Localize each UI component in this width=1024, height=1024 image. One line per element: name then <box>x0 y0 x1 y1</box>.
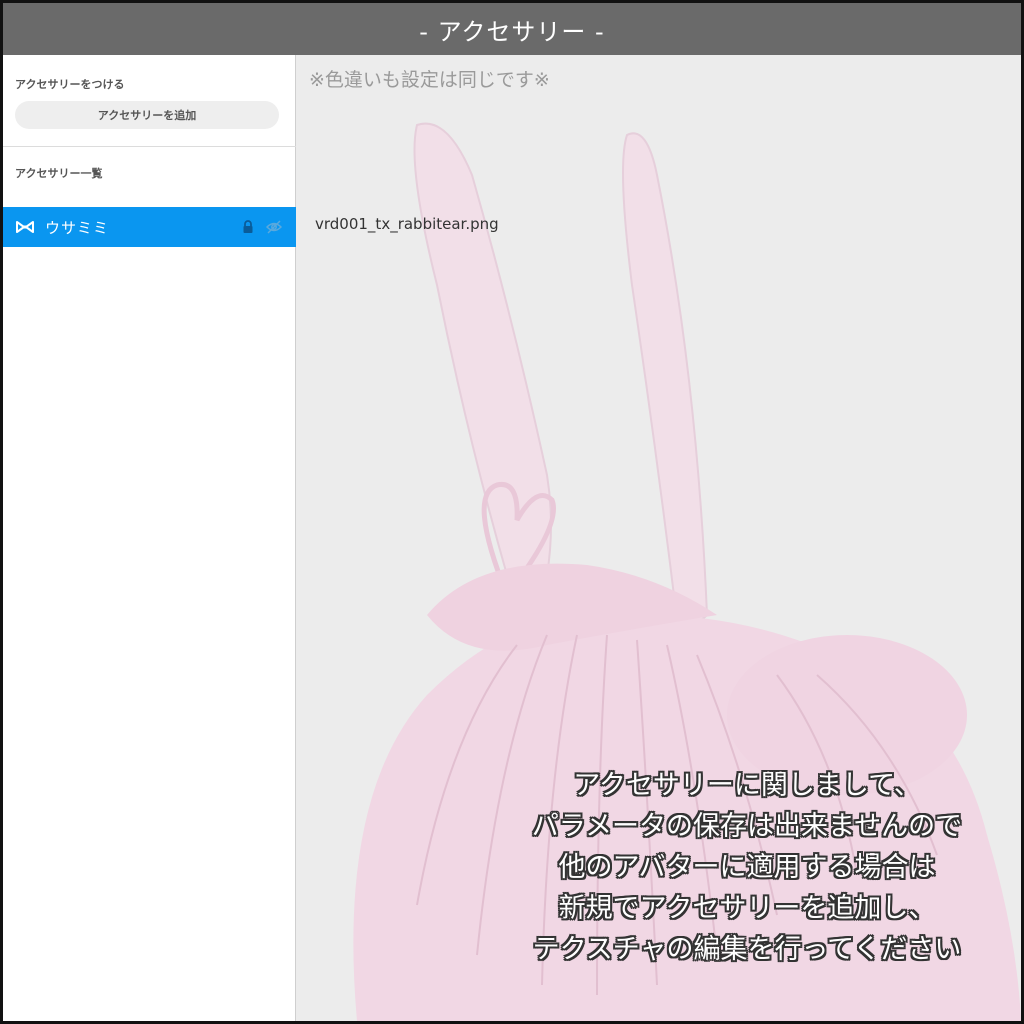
info-line: 新規でアクセサリーを追加し、 <box>558 893 936 924</box>
app-window: - アクセサリー - アクセサリーをつける アクセサリーを追加 アクセサリー一覧… <box>0 0 1024 1024</box>
texture-preview-area: ※色違いも設定は同じです※ vrd001_tx_rabbitear.png アク… <box>297 55 1021 1021</box>
add-accessory-button[interactable]: アクセサリーを追加 <box>15 101 279 129</box>
info-line: 他のアバターに適用する場合は <box>558 852 936 883</box>
sidebar: アクセサリーをつける アクセサリーを追加 アクセサリー一覧 ウサミミ <box>3 55 296 1021</box>
texture-filename: vrd001_tx_rabbitear.png <box>315 215 499 233</box>
accessory-info-message: アクセサリーに関しまして、 パラメータの保存は出来ませんので 他のアバターに適用… <box>487 765 1007 970</box>
eye-off-icon[interactable] <box>265 219 283 235</box>
color-variant-note: ※色違いも設定は同じです※ <box>309 69 550 91</box>
window-title: - アクセサリー - <box>3 3 1021 55</box>
accessory-item-label: ウサミミ <box>45 218 110 237</box>
info-line: パラメータの保存は出来ませんので <box>531 811 963 842</box>
accessory-list-label: アクセサリー一覧 <box>15 167 103 180</box>
accessory-item-usamimi[interactable]: ウサミミ <box>3 207 296 247</box>
item-actions <box>240 219 283 235</box>
attach-section-label: アクセサリーをつける <box>15 78 125 91</box>
info-line: テクスチャの編集を行ってください <box>532 934 962 965</box>
info-line: アクセサリーに関しまして、 <box>573 770 921 801</box>
bow-icon <box>15 219 35 235</box>
sidebar-divider <box>3 146 296 147</box>
lock-icon[interactable] <box>240 219 256 235</box>
